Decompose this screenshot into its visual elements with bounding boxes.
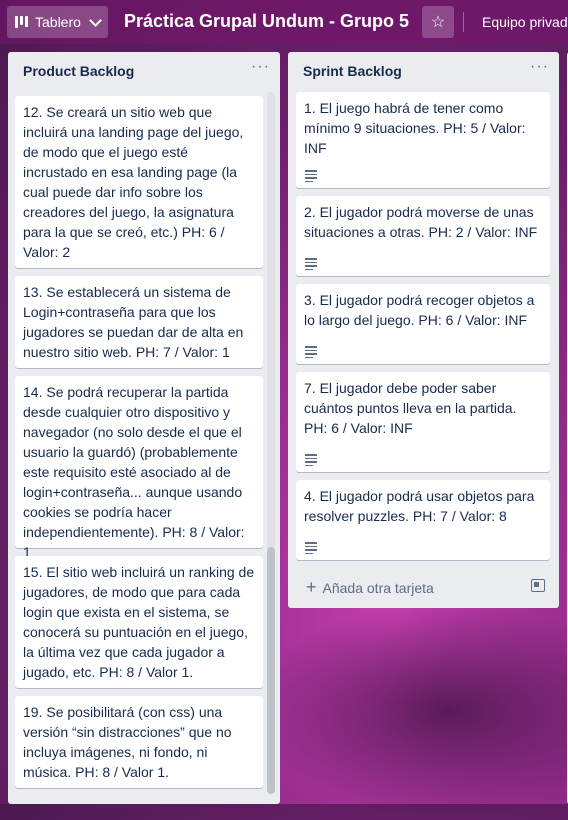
card-template-icon[interactable] xyxy=(531,579,545,592)
plus-icon: + xyxy=(306,577,317,597)
description-icon xyxy=(305,170,317,182)
board-switcher-label: Tablero xyxy=(35,14,81,30)
card[interactable]: 13. Se establecerá un sistema de Login+c… xyxy=(15,276,263,368)
card[interactable]: 15. El sitio web incluirá un ranking de … xyxy=(15,556,263,688)
card[interactable]: 1. El juego habrá de tener como mínimo 9… xyxy=(296,92,550,188)
card-text: 3. El jugador podrá recoger objetos a lo… xyxy=(304,292,535,328)
add-card-button[interactable]: + Añada otra tarjeta xyxy=(306,577,434,598)
board-icon xyxy=(15,16,29,28)
card[interactable]: 2. El jugador podrá moverse de unas situ… xyxy=(296,196,550,276)
list-header: Product Backlog ··· xyxy=(8,52,280,88)
board-header: Tablero Práctica Grupal Undum - Grupo 5 … xyxy=(0,0,568,44)
card[interactable]: 19. Se posibilitará (con css) una versió… xyxy=(15,696,263,788)
list-menu-icon[interactable]: ··· xyxy=(251,58,270,76)
list-header: Sprint Backlog ··· xyxy=(288,52,559,88)
card-text: 2. El jugador podrá moverse de unas situ… xyxy=(304,204,538,240)
list-title[interactable]: Product Backlog xyxy=(23,63,134,79)
scrollbar-thumb[interactable] xyxy=(267,547,275,794)
header-divider xyxy=(463,12,464,32)
list-product-backlog: Product Backlog ··· 12. Se creará un sit… xyxy=(8,52,280,804)
star-button[interactable]: ☆ xyxy=(422,6,454,38)
chevron-down-icon xyxy=(89,13,102,27)
board-title[interactable]: Práctica Grupal Undum - Grupo 5 xyxy=(124,11,409,32)
card[interactable]: 4. El jugador podrá usar objetos para re… xyxy=(296,480,550,560)
description-icon xyxy=(305,258,317,270)
card[interactable]: 7. El jugador debe poder saber cuántos p… xyxy=(296,372,550,472)
background-shadow xyxy=(250,600,568,820)
card-text: 1. El juego habrá de tener como mínimo 9… xyxy=(304,100,526,156)
card[interactable]: 14. Se podrá recuperar la partida desde … xyxy=(15,376,263,560)
card-text: 7. El jugador debe poder saber cuántos p… xyxy=(304,380,517,436)
list-title[interactable]: Sprint Backlog xyxy=(303,63,402,79)
list-menu-icon[interactable]: ··· xyxy=(530,58,549,76)
card-text: 4. El jugador podrá usar objetos para re… xyxy=(304,488,535,524)
card[interactable]: 3. El jugador podrá recoger objetos a lo… xyxy=(296,284,550,364)
description-icon xyxy=(305,346,317,358)
list-sprint-backlog: Sprint Backlog ··· 1. El juego habrá de … xyxy=(288,52,559,608)
description-icon xyxy=(305,454,317,466)
description-icon xyxy=(305,542,317,554)
team-visibility-button[interactable]: Equipo privado xyxy=(472,6,568,38)
board-switcher-button[interactable]: Tablero xyxy=(7,6,108,38)
add-card-label: Añada otra tarjeta xyxy=(322,579,434,596)
star-icon: ☆ xyxy=(430,14,446,31)
card[interactable]: 12. Se creará un sitio web que incluirá … xyxy=(15,96,263,268)
